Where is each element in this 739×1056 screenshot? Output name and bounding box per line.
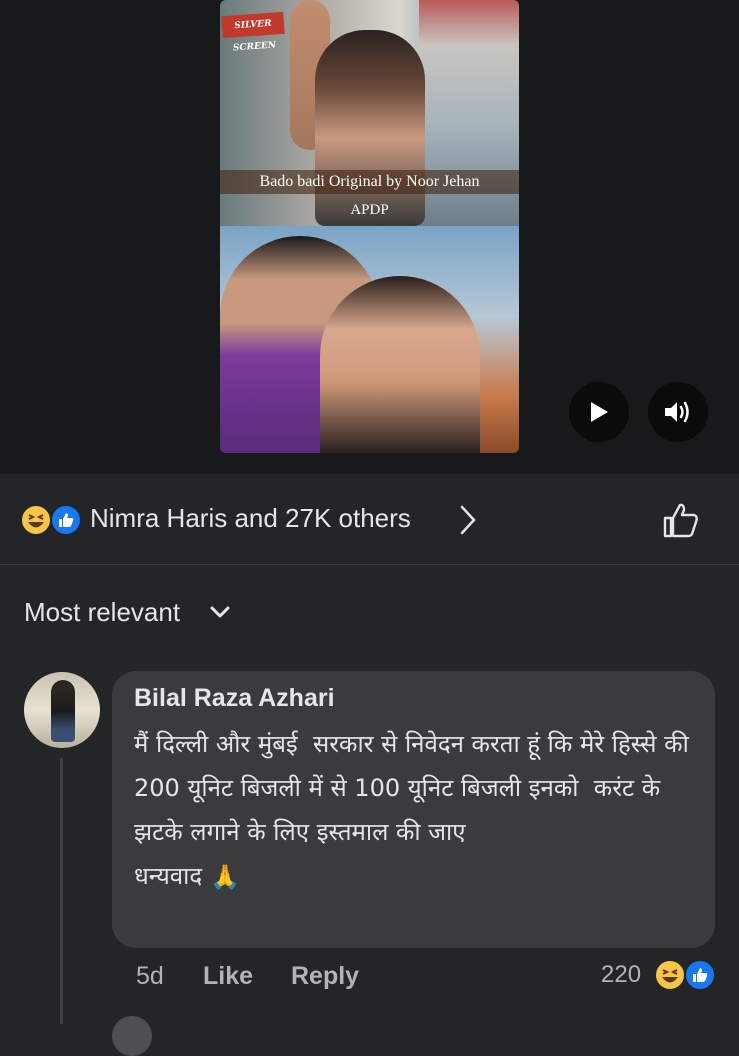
video-top-panel: SILVER SCREEN Bado badi Original by Noor… xyxy=(220,0,519,226)
avatar[interactable] xyxy=(24,672,100,748)
haha-icon xyxy=(20,504,52,536)
next-comment-avatar[interactable] xyxy=(112,1016,152,1056)
video-overlay-title: Bado badi Original by Noor Jehan xyxy=(220,170,519,194)
comment-reply-button[interactable]: Reply xyxy=(291,962,359,991)
volume-button[interactable] xyxy=(648,382,708,442)
figure xyxy=(315,30,425,226)
silver-screen-logo: SILVER SCREEN xyxy=(221,11,285,53)
avatar-person xyxy=(51,680,75,742)
comment-author[interactable]: Bilal Raza Azhari xyxy=(134,684,335,713)
chevron-right-icon[interactable] xyxy=(456,503,480,537)
comment-reaction-count[interactable]: 220 xyxy=(601,961,641,989)
comment-text: मैं दिल्ली और मुंबई सरकार से निवेदन करता… xyxy=(134,722,699,899)
haha-icon xyxy=(654,959,686,991)
video-player[interactable]: SILVER SCREEN Bado badi Original by Noor… xyxy=(220,0,519,453)
folded-hands-emoji: 🙏 xyxy=(210,863,240,891)
chevron-down-icon[interactable] xyxy=(208,602,232,622)
comments-sort-label[interactable]: Most relevant xyxy=(24,597,180,628)
play-button[interactable] xyxy=(569,382,629,442)
like-icon xyxy=(50,504,82,536)
reactions-summary[interactable]: Nimra Haris and 27K others xyxy=(90,503,411,534)
like-outline-icon[interactable] xyxy=(661,500,701,540)
thread-line xyxy=(60,758,63,1024)
comment-time: 5d xyxy=(136,962,164,990)
comment-like-button[interactable]: Like xyxy=(203,962,253,991)
reaction-icons[interactable] xyxy=(20,504,84,536)
volume-icon xyxy=(665,401,689,423)
figure-woman xyxy=(320,276,480,453)
video-overlay-subtitle: APDP xyxy=(350,202,389,218)
comment-reaction-icons[interactable] xyxy=(654,959,718,991)
play-icon xyxy=(591,402,608,422)
video-bottom-panel xyxy=(220,226,519,453)
like-icon xyxy=(684,959,716,991)
video-area: SILVER SCREEN Bado badi Original by Noor… xyxy=(0,0,739,474)
